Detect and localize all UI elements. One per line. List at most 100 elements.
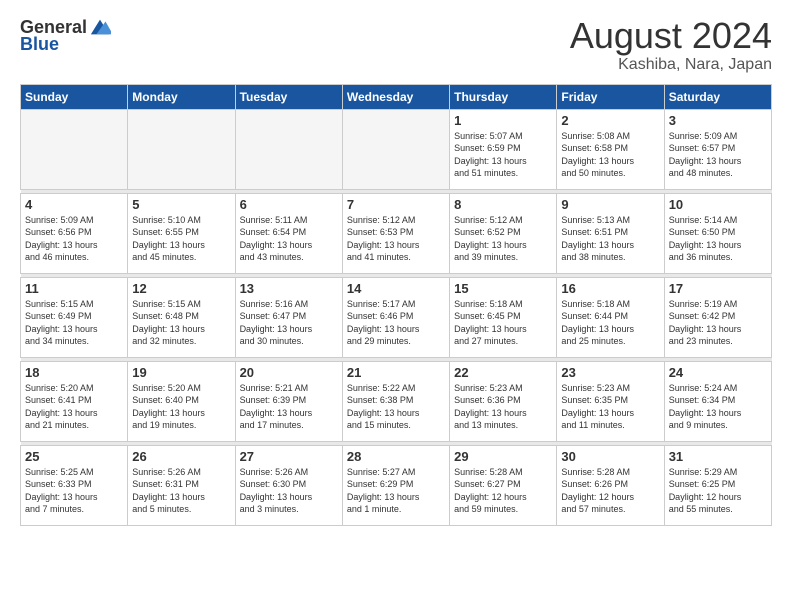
day-info: Sunrise: 5:23 AM Sunset: 6:36 PM Dayligh…: [454, 382, 552, 432]
week-row-3: 11 Sunrise: 5:15 AM Sunset: 6:49 PM Dayli…: [21, 277, 772, 357]
header-monday: Monday: [128, 84, 235, 109]
calendar-cell: 17 Sunrise: 5:19 AM Sunset: 6:42 PM Dayli…: [664, 277, 771, 357]
day-number: 17: [669, 281, 767, 296]
page: General Blue August 2024 Kashiba, Nara, …: [0, 0, 792, 612]
calendar-cell: 8Sunrise: 5:12 AM Sunset: 6:52 PM Daylig…: [450, 193, 557, 273]
calendar-cell: 20 Sunrise: 5:21 AM Sunset: 6:39 PM Dayli…: [235, 361, 342, 441]
calendar-cell: 24Sunrise: 5:24 AM Sunset: 6:34 PM Dayli…: [664, 361, 771, 441]
calendar-cell: 1 Sunrise: 5:07 AM Sunset: 6:59 PM Daylig…: [450, 109, 557, 189]
calendar-cell: 23 Sunrise: 5:23 AM Sunset: 6:35 PM Dayli…: [557, 361, 664, 441]
calendar-cell: 6 Sunrise: 5:11 AM Sunset: 6:54 PM Daylig…: [235, 193, 342, 273]
day-number: 1: [454, 113, 552, 128]
day-info: Sunrise: 5:25 AM Sunset: 6:33 PM Dayligh…: [25, 466, 123, 516]
day-number: 30: [561, 449, 659, 464]
day-number: 16: [561, 281, 659, 296]
day-info: Sunrise: 5:18 AM Sunset: 6:45 PM Dayligh…: [454, 298, 552, 348]
header-friday: Friday: [557, 84, 664, 109]
day-info: Sunrise: 5:16 AM Sunset: 6:47 PM Dayligh…: [240, 298, 338, 348]
day-number: 19: [132, 365, 230, 380]
calendar-cell: 28 Sunrise: 5:27 AM Sunset: 6:29 PM Dayli…: [342, 445, 449, 525]
logo-blue: Blue: [20, 34, 59, 55]
calendar-cell: 29 Sunrise: 5:28 AM Sunset: 6:27 PM Dayli…: [450, 445, 557, 525]
day-number: 3: [669, 113, 767, 128]
day-info: Sunrise: 5:27 AM Sunset: 6:29 PM Dayligh…: [347, 466, 445, 516]
day-info: Sunrise: 5:08 AM Sunset: 6:58 PM Dayligh…: [561, 130, 659, 180]
calendar-cell: 31 Sunrise: 5:29 AM Sunset: 6:25 PM Dayli…: [664, 445, 771, 525]
day-number: 26: [132, 449, 230, 464]
subtitle: Kashiba, Nara, Japan: [570, 56, 772, 74]
day-info: Sunrise: 5:23 AM Sunset: 6:35 PM Dayligh…: [561, 382, 659, 432]
calendar-cell: [342, 109, 449, 189]
day-info: Sunrise: 5:09 AM Sunset: 6:56 PM Dayligh…: [25, 214, 123, 264]
calendar-cell: 22 Sunrise: 5:23 AM Sunset: 6:36 PM Dayli…: [450, 361, 557, 441]
week-row-1: 1 Sunrise: 5:07 AM Sunset: 6:59 PM Daylig…: [21, 109, 772, 189]
calendar-cell: [21, 109, 128, 189]
calendar-cell: [128, 109, 235, 189]
day-number: 24: [669, 365, 767, 380]
day-info: Sunrise: 5:11 AM Sunset: 6:54 PM Dayligh…: [240, 214, 338, 264]
calendar-cell: 25 Sunrise: 5:25 AM Sunset: 6:33 PM Dayli…: [21, 445, 128, 525]
day-number: 21: [347, 365, 445, 380]
day-info: Sunrise: 5:15 AM Sunset: 6:48 PM Dayligh…: [132, 298, 230, 348]
day-number: 28: [347, 449, 445, 464]
day-info: Sunrise: 5:19 AM Sunset: 6:42 PM Dayligh…: [669, 298, 767, 348]
logo: General Blue: [20, 16, 111, 55]
day-info: Sunrise: 5:28 AM Sunset: 6:27 PM Dayligh…: [454, 466, 552, 516]
day-info: Sunrise: 5:13 AM Sunset: 6:51 PM Dayligh…: [561, 214, 659, 264]
calendar-cell: 12Sunrise: 5:15 AM Sunset: 6:48 PM Dayli…: [128, 277, 235, 357]
week-row-2: 4 Sunrise: 5:09 AM Sunset: 6:56 PM Daylig…: [21, 193, 772, 273]
day-info: Sunrise: 5:07 AM Sunset: 6:59 PM Dayligh…: [454, 130, 552, 180]
day-info: Sunrise: 5:22 AM Sunset: 6:38 PM Dayligh…: [347, 382, 445, 432]
header-sunday: Sunday: [21, 84, 128, 109]
day-number: 15: [454, 281, 552, 296]
header-saturday: Saturday: [664, 84, 771, 109]
calendar-cell: 4 Sunrise: 5:09 AM Sunset: 6:56 PM Daylig…: [21, 193, 128, 273]
day-number: 25: [25, 449, 123, 464]
day-number: 10: [669, 197, 767, 212]
calendar-cell: 5 Sunrise: 5:10 AM Sunset: 6:55 PM Daylig…: [128, 193, 235, 273]
calendar-cell: 9 Sunrise: 5:13 AM Sunset: 6:51 PM Daylig…: [557, 193, 664, 273]
calendar-cell: 16Sunrise: 5:18 AM Sunset: 6:44 PM Dayli…: [557, 277, 664, 357]
day-info: Sunrise: 5:20 AM Sunset: 6:41 PM Dayligh…: [25, 382, 123, 432]
day-info: Sunrise: 5:10 AM Sunset: 6:55 PM Dayligh…: [132, 214, 230, 264]
day-number: 9: [561, 197, 659, 212]
calendar-cell: 15 Sunrise: 5:18 AM Sunset: 6:45 PM Dayli…: [450, 277, 557, 357]
day-number: 23: [561, 365, 659, 380]
day-info: Sunrise: 5:26 AM Sunset: 6:31 PM Dayligh…: [132, 466, 230, 516]
title-area: August 2024 Kashiba, Nara, Japan: [570, 16, 772, 74]
day-number: 18: [25, 365, 123, 380]
day-info: Sunrise: 5:29 AM Sunset: 6:25 PM Dayligh…: [669, 466, 767, 516]
calendar-cell: 10 Sunrise: 5:14 AM Sunset: 6:50 PM Dayli…: [664, 193, 771, 273]
calendar-cell: 7Sunrise: 5:12 AM Sunset: 6:53 PM Daylig…: [342, 193, 449, 273]
header: General Blue August 2024 Kashiba, Nara, …: [20, 16, 772, 74]
calendar-cell: [235, 109, 342, 189]
calendar-cell: 21 Sunrise: 5:22 AM Sunset: 6:38 PM Dayli…: [342, 361, 449, 441]
day-info: Sunrise: 5:15 AM Sunset: 6:49 PM Dayligh…: [25, 298, 123, 348]
logo-icon: [89, 16, 111, 38]
day-number: 29: [454, 449, 552, 464]
calendar: Sunday Monday Tuesday Wednesday Thursday…: [20, 84, 772, 526]
calendar-cell: 2Sunrise: 5:08 AM Sunset: 6:58 PM Daylig…: [557, 109, 664, 189]
day-info: Sunrise: 5:12 AM Sunset: 6:53 PM Dayligh…: [347, 214, 445, 264]
calendar-cell: 18 Sunrise: 5:20 AM Sunset: 6:41 PM Dayli…: [21, 361, 128, 441]
day-number: 20: [240, 365, 338, 380]
day-number: 22: [454, 365, 552, 380]
day-info: Sunrise: 5:21 AM Sunset: 6:39 PM Dayligh…: [240, 382, 338, 432]
day-number: 4: [25, 197, 123, 212]
weekday-header-row: Sunday Monday Tuesday Wednesday Thursday…: [21, 84, 772, 109]
week-row-5: 25 Sunrise: 5:25 AM Sunset: 6:33 PM Dayli…: [21, 445, 772, 525]
week-row-4: 18 Sunrise: 5:20 AM Sunset: 6:41 PM Dayli…: [21, 361, 772, 441]
day-number: 11: [25, 281, 123, 296]
day-number: 5: [132, 197, 230, 212]
day-info: Sunrise: 5:28 AM Sunset: 6:26 PM Dayligh…: [561, 466, 659, 516]
main-title: August 2024: [570, 16, 772, 56]
day-info: Sunrise: 5:14 AM Sunset: 6:50 PM Dayligh…: [669, 214, 767, 264]
day-info: Sunrise: 5:20 AM Sunset: 6:40 PM Dayligh…: [132, 382, 230, 432]
calendar-cell: 3Sunrise: 5:09 AM Sunset: 6:57 PM Daylig…: [664, 109, 771, 189]
day-number: 8: [454, 197, 552, 212]
day-number: 6: [240, 197, 338, 212]
day-number: 31: [669, 449, 767, 464]
calendar-cell: 19 Sunrise: 5:20 AM Sunset: 6:40 PM Dayli…: [128, 361, 235, 441]
header-thursday: Thursday: [450, 84, 557, 109]
header-wednesday: Wednesday: [342, 84, 449, 109]
